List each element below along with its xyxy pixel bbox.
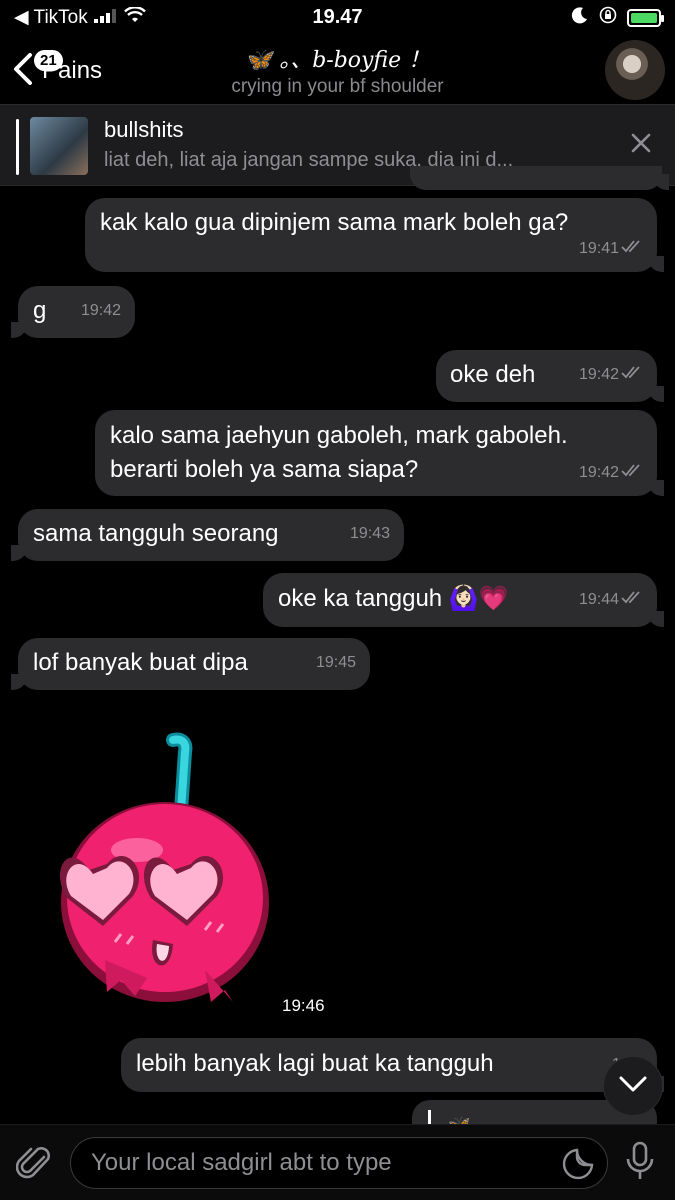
double-check-icon <box>621 232 643 266</box>
chat-subtitle: crying in your bf shoulder <box>231 76 444 97</box>
message-time: 19:42 <box>80 302 121 319</box>
sticker-button[interactable] <box>561 1147 595 1186</box>
message-text: oke ka tangguh 🙆🏻‍♀️💗 <box>278 585 509 612</box>
message-time: 19:41 <box>578 240 619 257</box>
message-bubble[interactable]: sama tangguh seorang 19:43 <box>11 509 404 561</box>
message-bubble[interactable]: oke deh 19:42 <box>436 350 664 402</box>
message-text: kak kalo gua dipinjem sama mark boleh ga… <box>100 209 569 236</box>
message-text: lof banyak buat dipa <box>33 649 248 676</box>
double-check-icon <box>621 358 643 392</box>
double-check-icon <box>621 456 643 490</box>
message-time: 19:45 <box>315 654 356 671</box>
message-input[interactable] <box>91 1138 541 1188</box>
microphone-icon <box>625 1141 655 1187</box>
message-text: g <box>33 297 47 324</box>
message-time: 19:42 <box>578 464 619 481</box>
message-bubble[interactable]: g 19:42 <box>11 286 135 338</box>
message-bubble-partial <box>410 166 669 190</box>
scroll-down-button[interactable] <box>603 1056 663 1116</box>
message-time: 19:43 <box>349 525 390 542</box>
message-text: sama tangguh seorang <box>33 520 279 547</box>
sticker-time: 19:46 <box>282 996 325 1015</box>
message-text: oke deh <box>450 361 536 388</box>
sticker-icon <box>561 1148 595 1185</box>
status-bar: ◀ TikTok 19.47 <box>0 0 675 36</box>
chat-header: 21 Pains 🦋 。、b-boyfie ！ crying in your b… <box>0 36 675 104</box>
chevron-down-icon <box>618 1075 648 1098</box>
pinned-title: bullshits <box>104 117 184 142</box>
avatar[interactable] <box>605 40 665 100</box>
rotation-lock-icon <box>599 6 617 29</box>
pin-indicator <box>16 119 19 175</box>
message-time: 19:42 <box>578 366 619 383</box>
moon-icon <box>571 6 589 29</box>
chat-title: 🦋 。、b-boyfie ！ <box>244 48 431 73</box>
cherry-heart-eyes-sticker[interactable] <box>55 730 285 1010</box>
message-bubble[interactable]: kak kalo gua dipinjem sama mark boleh ga… <box>85 198 664 272</box>
attach-button[interactable] <box>15 1143 52 1188</box>
message-text: lebih banyak lagi buat ka tangguh <box>136 1050 494 1077</box>
message-time: 19:44 <box>578 591 619 608</box>
message-bubble[interactable]: lebih banyak lagi buat ka tangguh 19:4 <box>121 1038 664 1092</box>
chat-title-area[interactable]: 🦋 。、b-boyfie ！ crying in your bf shoulde… <box>0 42 675 98</box>
close-icon[interactable] <box>629 131 653 160</box>
pinned-thumbnail <box>30 117 88 175</box>
message-bubble[interactable]: lof banyak buat dipa 19:45 <box>11 638 370 690</box>
message-bubble[interactable]: kalo sama jaehyun gaboleh, mark gaboleh.… <box>95 410 664 496</box>
message-bubble[interactable]: oke ka tangguh 🙆🏻‍♀️💗 19:44 <box>263 573 664 627</box>
mic-button[interactable] <box>625 1141 655 1188</box>
double-check-icon <box>621 583 643 617</box>
composer <box>0 1124 675 1200</box>
message-text: kalo sama jaehyun gaboleh, mark gaboleh.… <box>110 422 568 483</box>
paperclip-icon <box>15 1147 52 1187</box>
message-input-wrap[interactable] <box>70 1137 608 1189</box>
battery-icon <box>627 8 664 27</box>
